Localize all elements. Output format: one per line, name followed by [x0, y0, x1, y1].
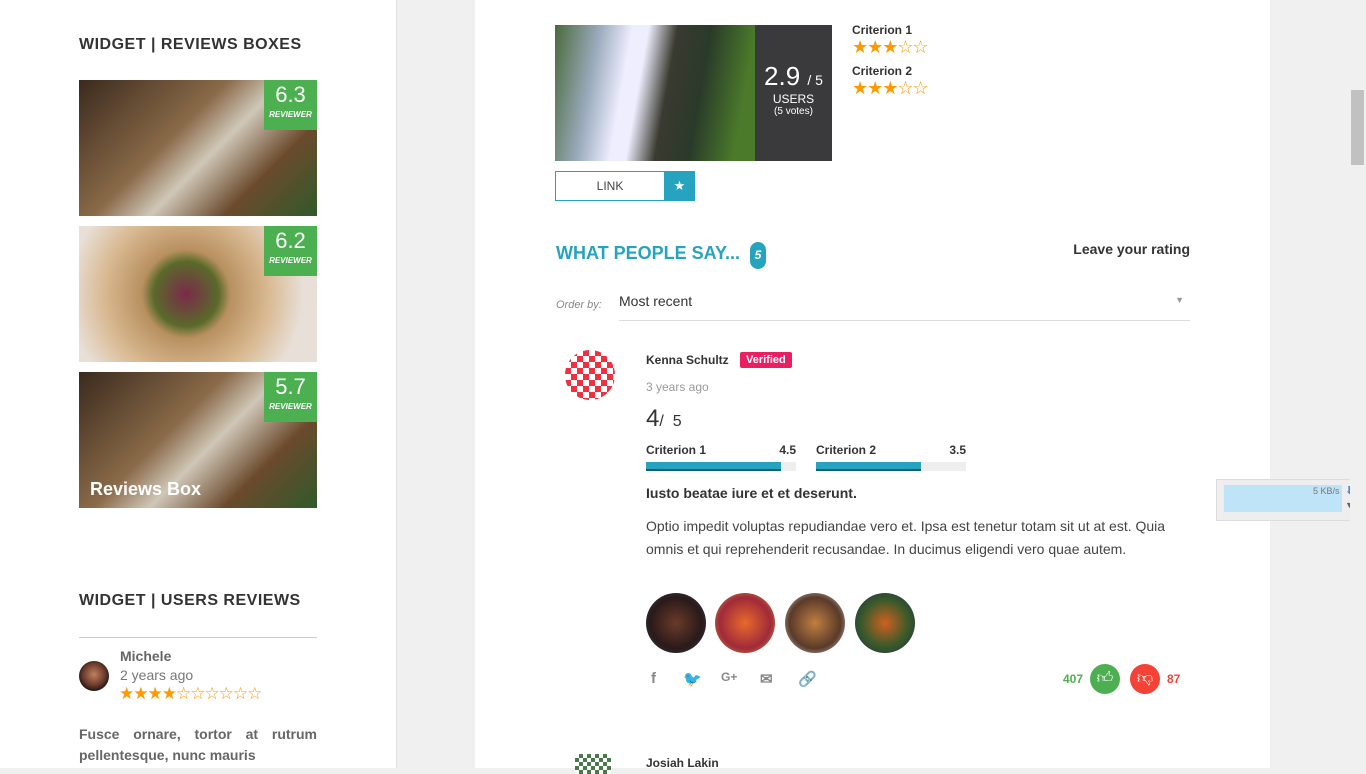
review-box[interactable]: 6.3 REVIEWER [79, 80, 317, 216]
link-button[interactable]: LINK [555, 171, 665, 201]
review-photo[interactable] [855, 593, 915, 653]
review-count-badge: 5 [750, 242, 766, 269]
score-badge: 6.2 REVIEWER [264, 226, 317, 276]
reviewer-name: Kenna Schultz [646, 353, 729, 367]
google-plus-icon[interactable]: G+ [721, 670, 737, 684]
reviewer-avatar [565, 350, 615, 400]
order-by-label: Order by: [556, 299, 602, 311]
reviewer-avatar [575, 754, 611, 774]
download-speed-widget[interactable]: 5 KB/s ⬇ ▼ [1216, 479, 1366, 521]
users-score-panel: 2.9 / 5 USERS (5 votes) [755, 25, 832, 161]
users-label: USERS [772, 92, 815, 106]
order-value: Most recent [619, 293, 693, 309]
review-excerpt: Fusce ornare, tortor at rutrum pellentes… [79, 726, 317, 763]
criterion-stars: ★★★☆☆ [852, 37, 929, 57]
reviewer-name: Michele [120, 648, 172, 664]
review-photo[interactable] [715, 593, 775, 653]
section-title: WHAT PEOPLE SAY... [556, 243, 741, 263]
sidebar: WIDGET | REVIEWS BOXES 6.3 REVIEWER 6.2 RE… [0, 0, 397, 768]
review-body: Optio impedit voluptas repudiandae vero … [646, 518, 1166, 557]
criterion-label: Criterion 2 [852, 64, 913, 78]
review-time: 2 years ago [120, 667, 194, 683]
order-select[interactable]: Most recent ▼ [619, 293, 1190, 321]
score-badge: 5.7 REVIEWER [264, 372, 317, 422]
speed-readout: 5 KB/s [1313, 486, 1340, 496]
verified-badge: Verified [740, 352, 792, 368]
chevron-down-icon: ▼ [1175, 295, 1184, 305]
avatar [79, 661, 109, 691]
facebook-icon[interactable]: f [651, 670, 656, 687]
divider [79, 637, 317, 638]
criterion-row: Criterion 2 3.5 [816, 443, 966, 457]
reviews-boxes-title: WIDGET | REVIEWS BOXES [79, 36, 302, 53]
criterion-label: Criterion 1 [852, 23, 913, 37]
main-content: 2.9 / 5 USERS (5 votes) Criterion 1 ★★★☆… [475, 0, 1270, 774]
link-icon[interactable]: 🔗 [798, 670, 817, 688]
score-max: / 5 [807, 72, 823, 88]
review-score: 4/ 5 [646, 405, 682, 432]
box-caption[interactable]: Reviews Box [90, 479, 201, 500]
criterion-stars: ★★★☆☆ [852, 78, 929, 98]
review-box[interactable]: 6.2 REVIEWER [79, 226, 317, 362]
summary-image [555, 25, 755, 161]
favorite-star-button[interactable]: ★ [664, 171, 695, 201]
criterion-bar [816, 462, 966, 471]
thumbs-down-button[interactable]: 👎︎ [1130, 664, 1160, 694]
review-photo[interactable] [646, 593, 706, 653]
votes-count: (5 votes) [774, 106, 813, 117]
review-time: 3 years ago [646, 380, 709, 394]
review-title: Iusto beatae iure et et deserunt. [646, 485, 857, 501]
dislikes-count: 87 [1167, 672, 1181, 686]
review-box[interactable]: 5.7 REVIEWER Reviews Box [79, 372, 317, 508]
rating-stars: ★★★★☆☆☆☆☆☆ [119, 684, 262, 703]
criterion-row: Criterion 1 4.5 [646, 443, 796, 457]
leave-rating-link[interactable]: Leave your rating [1073, 241, 1190, 257]
twitter-icon[interactable]: 🐦 [683, 670, 702, 688]
score-badge: 6.3 REVIEWER [264, 80, 317, 130]
scrollbar-thumb[interactable] [1351, 90, 1364, 165]
users-score: 2.9 [764, 61, 801, 91]
likes-count: 407 [1063, 672, 1084, 686]
thumbs-up-button[interactable]: 👍︎ [1090, 664, 1120, 694]
users-reviews-title: WIDGET | USERS REVIEWS [79, 592, 301, 609]
criterion-bar [646, 462, 796, 471]
email-icon[interactable]: ✉ [760, 670, 773, 688]
review-photo[interactable] [785, 593, 845, 653]
